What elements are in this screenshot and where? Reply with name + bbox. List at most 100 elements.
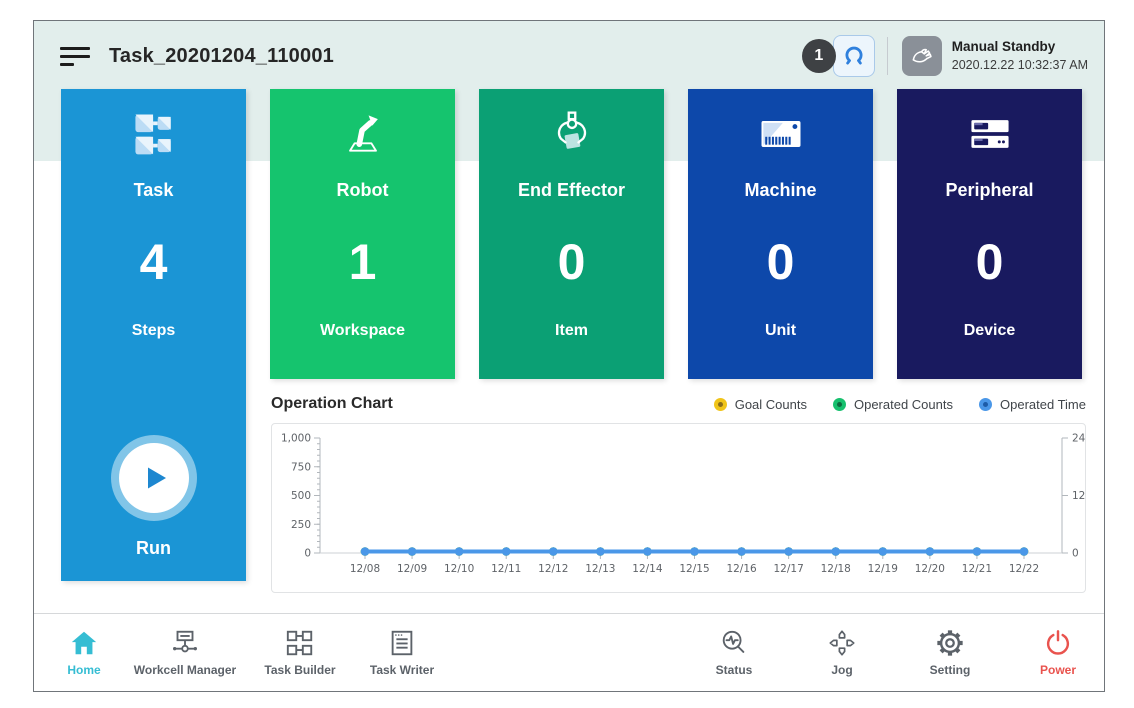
nav-item-workcell-manager[interactable]: Workcell Manager: [120, 628, 250, 677]
play-icon: [119, 443, 189, 513]
svg-text:12/12: 12/12: [538, 563, 568, 575]
svg-text:500: 500: [291, 490, 311, 502]
nav-label: Status: [716, 663, 753, 677]
card-machine[interactable]: Machine 0 Unit: [688, 89, 873, 379]
jog-icon: [827, 628, 857, 658]
svg-text:12/08: 12/08: [350, 563, 380, 575]
page-title: Task_20201204_110001: [109, 45, 334, 68]
card-label: End Effector: [518, 179, 625, 201]
app-frame: Task_20201204_110001 1 Manual Standby: [33, 20, 1105, 692]
card-label: Machine: [744, 179, 816, 201]
nav-group-right: Status Jog: [694, 628, 1098, 677]
manual-mode-button[interactable]: [902, 36, 942, 76]
machine-icon: [755, 106, 807, 161]
manual-hand-icon: [908, 43, 935, 70]
setting-icon: [935, 628, 965, 658]
nav-item-status[interactable]: Status: [694, 628, 774, 677]
svg-text:0: 0: [304, 548, 311, 560]
task-icon: [128, 106, 180, 161]
peripheral-icon: [964, 106, 1016, 161]
svg-text:12/22: 12/22: [1009, 563, 1039, 575]
legend-label: Operated Counts: [854, 397, 953, 412]
legend-operated-time: Operated Time: [979, 397, 1086, 412]
nav-item-setting[interactable]: Setting: [910, 628, 990, 677]
svg-text:24: 24: [1072, 433, 1085, 445]
card-end-effector[interactable]: End Effector 0 Item: [479, 89, 664, 379]
nav-label: Jog: [831, 663, 852, 677]
header-row: Task_20201204_110001 1 Manual Standby: [60, 31, 1088, 81]
card-value: 0: [558, 237, 586, 287]
nav-label: Home: [67, 663, 100, 677]
run-label: Run: [136, 537, 171, 559]
svg-text:12/10: 12/10: [444, 563, 474, 575]
task-writer-icon: [387, 628, 417, 658]
nav-label: Workcell Manager: [134, 663, 236, 677]
card-unit: Unit: [765, 321, 796, 341]
legend-label: Goal Counts: [735, 397, 807, 412]
card-value: 1: [349, 237, 377, 287]
gripper-icon: [839, 41, 869, 71]
legend-operated-counts: Operated Counts: [833, 397, 953, 412]
card-unit: Device: [964, 321, 1016, 341]
svg-text:12/19: 12/19: [868, 563, 898, 575]
goal-counts-dot-icon: [714, 398, 727, 411]
card-unit: Workspace: [320, 321, 405, 341]
power-icon: [1043, 628, 1073, 658]
nav-label: Power: [1040, 663, 1076, 677]
card-unit: Steps: [132, 321, 176, 341]
chart-legend: Goal Counts Operated Counts Operated Tim…: [714, 397, 1086, 412]
card-robot[interactable]: Robot 1 Workspace: [270, 89, 455, 379]
home-icon: [69, 628, 99, 658]
nav-label: Task Writer: [370, 663, 434, 677]
workcell-manager-icon: [169, 628, 201, 658]
header-right: 1 Manual Standby 2020.12.22 10:32:37 AM: [802, 35, 1088, 77]
chart-header: Operation Chart Goal Counts Operated Cou…: [271, 392, 1086, 416]
task-builder-icon: [284, 628, 316, 658]
mode-timestamp: 2020.12.22 10:32:37 AM: [952, 58, 1088, 74]
card-label: Robot: [337, 179, 389, 201]
card-value: 0: [976, 237, 1004, 287]
nav-item-home[interactable]: Home: [48, 628, 120, 677]
nav-item-task-writer[interactable]: Task Writer: [350, 628, 454, 677]
svg-text:12/13: 12/13: [585, 563, 615, 575]
gripper-button[interactable]: [833, 35, 875, 77]
menu-button[interactable]: [60, 43, 92, 69]
run-ring: [111, 435, 197, 521]
nav-label: Setting: [930, 663, 971, 677]
card-task[interactable]: Task 4 Steps Run: [61, 89, 246, 581]
card-label: Task: [134, 179, 174, 201]
svg-text:12/09: 12/09: [397, 563, 427, 575]
svg-text:250: 250: [291, 519, 311, 531]
svg-text:12/21: 12/21: [962, 563, 992, 575]
chart-title: Operation Chart: [271, 395, 393, 413]
svg-text:12/11: 12/11: [491, 563, 521, 575]
svg-text:12/16: 12/16: [726, 563, 757, 575]
card-value: 4: [140, 237, 168, 287]
mode-label: Manual Standby: [952, 39, 1088, 56]
nav-label: Task Builder: [264, 663, 335, 677]
card-label: Peripheral: [945, 179, 1033, 201]
card-unit: Item: [555, 321, 588, 341]
svg-text:12/14: 12/14: [632, 563, 663, 575]
bottom-navigation: Home Workcell Manager: [34, 613, 1104, 691]
svg-text:0: 0: [1072, 548, 1079, 560]
nav-item-task-builder[interactable]: Task Builder: [250, 628, 350, 677]
legend-label: Operated Time: [1000, 397, 1086, 412]
svg-text:12: 12: [1072, 490, 1085, 502]
mode-status: Manual Standby 2020.12.22 10:32:37 AM: [952, 39, 1088, 74]
header-divider: [887, 37, 888, 75]
svg-text:12/15: 12/15: [679, 563, 709, 575]
card-peripheral[interactable]: Peripheral 0 Device: [897, 89, 1082, 379]
svg-text:750: 750: [291, 461, 311, 473]
nav-group-left: Home Workcell Manager: [48, 628, 454, 677]
svg-text:12/18: 12/18: [821, 563, 851, 575]
notification-badge: 1: [802, 39, 836, 73]
nav-item-jog[interactable]: Jog: [802, 628, 882, 677]
operation-chart-svg: 0 250 500 750 1,000 0 12 24 12/08 12/09 12/10 12/11…: [272, 424, 1085, 592]
operated-counts-dot-icon: [833, 398, 846, 411]
nav-item-power[interactable]: Power: [1018, 628, 1098, 677]
legend-goal-counts: Goal Counts: [714, 397, 807, 412]
svg-text:1,000: 1,000: [281, 433, 311, 445]
end-effector-icon: [546, 106, 598, 161]
run-button[interactable]: Run: [61, 435, 246, 559]
